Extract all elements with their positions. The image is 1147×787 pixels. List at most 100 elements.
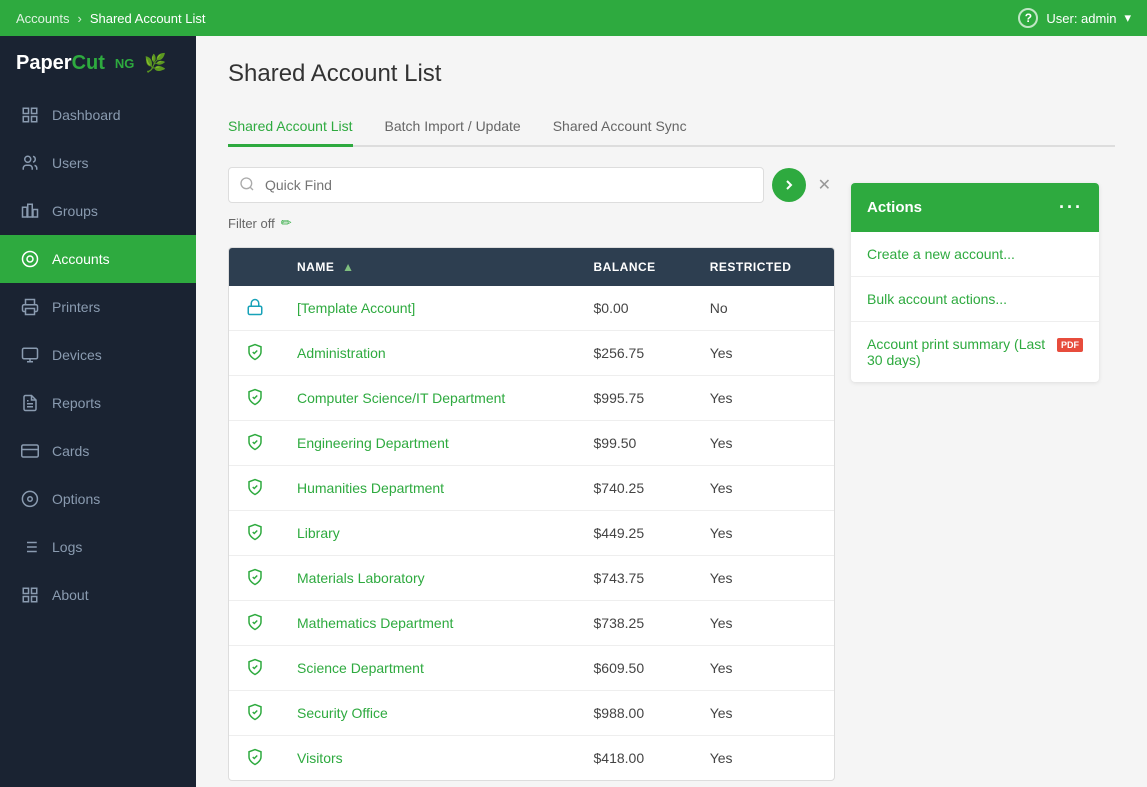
col-icon	[229, 248, 281, 286]
sidebar-item-logs[interactable]: Logs	[0, 523, 196, 571]
account-name-link[interactable]: Humanities Department	[297, 480, 444, 496]
shield-icon	[245, 522, 265, 542]
row-balance-cell: $995.75	[578, 376, 694, 421]
account-name-link[interactable]: Computer Science/IT Department	[297, 390, 505, 406]
tab-shared-account-list[interactable]: Shared Account List	[228, 108, 353, 147]
row-name-cell: Security Office	[281, 691, 578, 736]
help-icon[interactable]: ?	[1018, 8, 1038, 28]
account-name-link[interactable]: Science Department	[297, 660, 424, 676]
user-label: User: admin	[1046, 11, 1116, 26]
row-icon-cell	[229, 286, 281, 331]
row-icon-cell	[229, 511, 281, 556]
row-balance-cell: $418.00	[578, 736, 694, 781]
table-row: Administration$256.75Yes	[229, 331, 834, 376]
col-name[interactable]: NAME ▲	[281, 248, 578, 286]
breadcrumb-current: Shared Account List	[90, 11, 206, 26]
sidebar-item-dashboard[interactable]: Dashboard	[0, 91, 196, 139]
search-icon	[239, 176, 255, 195]
sidebar-item-users[interactable]: Users	[0, 139, 196, 187]
search-go-button[interactable]	[772, 168, 806, 202]
main-content: Shared Account List Shared Account List …	[196, 36, 1147, 787]
logo-leaf: 🌿	[144, 53, 166, 74]
table-row: Materials Laboratory$743.75Yes	[229, 556, 834, 601]
table-row: Humanities Department$740.25Yes	[229, 466, 834, 511]
lock-icon	[245, 297, 265, 317]
table-row: Visitors$418.00Yes	[229, 736, 834, 781]
sidebar-item-logs-label: Logs	[52, 539, 82, 555]
sidebar-item-reports[interactable]: Reports	[0, 379, 196, 427]
sidebar-item-cards[interactable]: Cards	[0, 427, 196, 475]
col-balance[interactable]: BALANCE	[578, 248, 694, 286]
actions-card: Actions ··· Create a new account... Bulk…	[851, 183, 1099, 382]
actions-create-account-label: Create a new account...	[867, 246, 1015, 262]
actions-create-account[interactable]: Create a new account...	[851, 232, 1099, 277]
actions-title: Actions	[867, 199, 922, 216]
tab-batch-import[interactable]: Batch Import / Update	[385, 108, 521, 147]
tab-shared-account-sync[interactable]: Shared Account Sync	[553, 108, 687, 147]
dashboard-icon	[20, 105, 40, 125]
row-balance-cell: $609.50	[578, 646, 694, 691]
actions-bulk-account[interactable]: Bulk account actions...	[851, 277, 1099, 322]
actions-menu-button[interactable]: ···	[1059, 197, 1083, 218]
row-balance-cell: $740.25	[578, 466, 694, 511]
account-name-link[interactable]: [Template Account]	[297, 300, 415, 316]
breadcrumb: Accounts › Shared Account List	[16, 11, 205, 26]
logo-text: PaperCut	[16, 52, 105, 74]
table-row: Science Department$609.50Yes	[229, 646, 834, 691]
row-restricted-cell: Yes	[694, 556, 834, 601]
table-row: [Template Account]$0.00No	[229, 286, 834, 331]
row-icon-cell	[229, 331, 281, 376]
sidebar-item-devices[interactable]: Devices	[0, 331, 196, 379]
sidebar-item-options[interactable]: Options	[0, 475, 196, 523]
users-icon	[20, 153, 40, 173]
account-name-link[interactable]: Library	[297, 525, 340, 541]
sidebar-item-groups[interactable]: Groups	[0, 187, 196, 235]
account-name-link[interactable]: Security Office	[297, 705, 388, 721]
actions-bulk-account-label: Bulk account actions...	[867, 291, 1007, 307]
account-name-link[interactable]: Administration	[297, 345, 386, 361]
filter-row: Filter off ✏	[228, 215, 835, 231]
row-name-cell: Computer Science/IT Department	[281, 376, 578, 421]
filter-edit-icon[interactable]: ✏	[281, 215, 292, 231]
table-row: Security Office$988.00Yes	[229, 691, 834, 736]
search-clear-button[interactable]: ✕	[814, 171, 835, 199]
tabs: Shared Account List Batch Import / Updat…	[228, 108, 1115, 147]
account-name-link[interactable]: Mathematics Department	[297, 615, 453, 631]
sidebar-item-printers-label: Printers	[52, 299, 100, 315]
accounts-icon	[20, 249, 40, 269]
shield-icon	[245, 702, 265, 722]
sidebar-item-printers[interactable]: Printers	[0, 283, 196, 331]
row-balance-cell: $449.25	[578, 511, 694, 556]
row-name-cell: Visitors	[281, 736, 578, 781]
row-restricted-cell: Yes	[694, 421, 834, 466]
row-restricted-cell: Yes	[694, 691, 834, 736]
account-name-link[interactable]: Materials Laboratory	[297, 570, 425, 586]
sidebar-item-accounts[interactable]: Accounts	[0, 235, 196, 283]
row-icon-cell	[229, 376, 281, 421]
logo-ng: NG	[115, 56, 135, 71]
row-icon-cell	[229, 736, 281, 781]
table-row: Engineering Department$99.50Yes	[229, 421, 834, 466]
user-menu[interactable]: ? User: admin ▾	[1018, 8, 1131, 28]
shield-icon	[245, 387, 265, 407]
sidebar-item-about[interactable]: About	[0, 571, 196, 619]
table-row: Computer Science/IT Department$995.75Yes	[229, 376, 834, 421]
account-name-link[interactable]: Engineering Department	[297, 435, 449, 451]
groups-icon	[20, 201, 40, 221]
actions-print-summary[interactable]: Account print summary (Last 30 days) PDF	[851, 322, 1099, 382]
search-input[interactable]	[229, 168, 763, 202]
row-icon-cell	[229, 646, 281, 691]
search-row: ✕	[228, 167, 835, 203]
breadcrumb-parent[interactable]: Accounts	[16, 11, 69, 26]
user-chevron-icon: ▾	[1124, 10, 1131, 26]
reports-icon	[20, 393, 40, 413]
actions-print-summary-label: Account print summary (Last 30 days)	[867, 336, 1049, 368]
col-restricted[interactable]: RESTRICTED	[694, 248, 834, 286]
row-name-cell: Science Department	[281, 646, 578, 691]
row-name-cell: Library	[281, 511, 578, 556]
sidebar-item-cards-label: Cards	[52, 443, 89, 459]
account-name-link[interactable]: Visitors	[297, 750, 343, 766]
row-icon-cell	[229, 466, 281, 511]
row-icon-cell	[229, 601, 281, 646]
pdf-badge: PDF	[1057, 338, 1083, 352]
